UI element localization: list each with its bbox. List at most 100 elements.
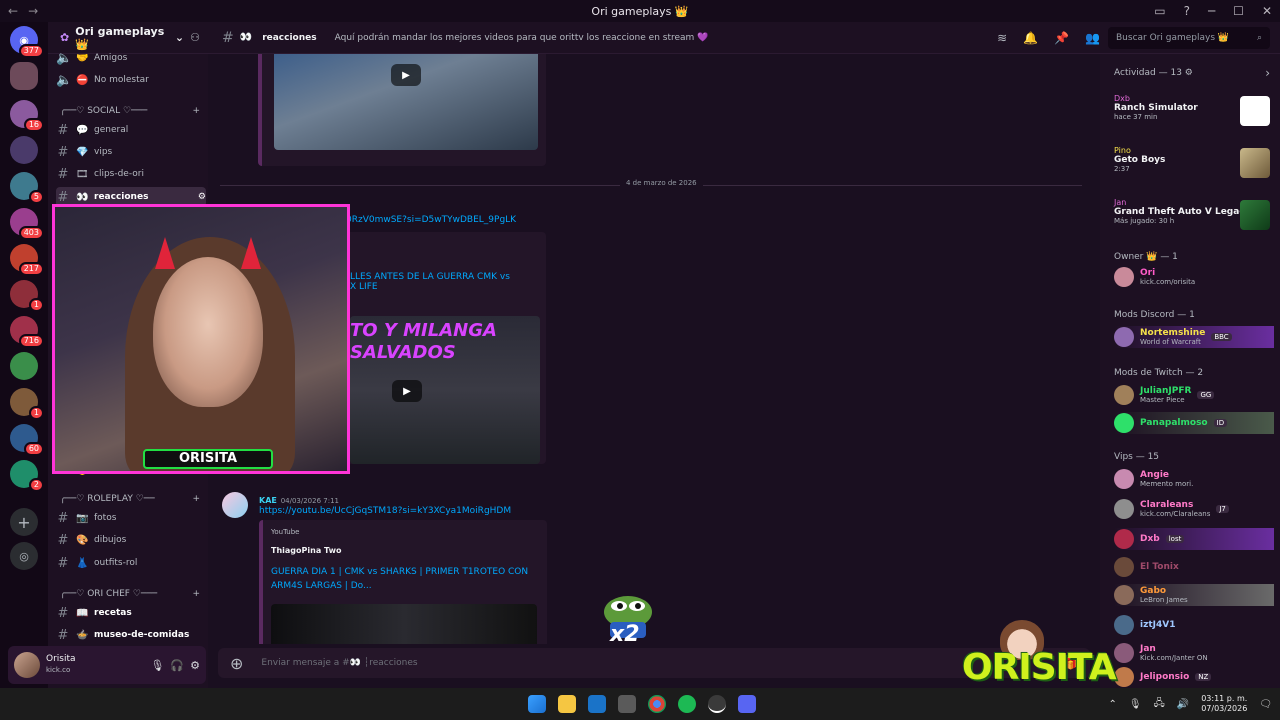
file-explorer-icon[interactable] xyxy=(558,695,576,713)
category-roleplay[interactable]: ╭──♡ ROLEPLAY ♡── + xyxy=(60,494,200,504)
microphone-icon[interactable]: 🎙 xyxy=(150,659,164,672)
video-thumbnail[interactable] xyxy=(271,604,537,644)
minimize-icon[interactable]: ─ xyxy=(1208,4,1215,18)
back-arrow-icon[interactable]: ← xyxy=(8,4,18,18)
obs-icon[interactable] xyxy=(708,695,726,713)
server-icon[interactable] xyxy=(10,352,38,380)
server-icon[interactable] xyxy=(10,136,38,164)
channel-amigos[interactable]: 🔈 🤝 Amigos xyxy=(56,48,206,68)
inbox-icon[interactable]: ▭ xyxy=(1154,4,1165,18)
gear-icon[interactable]: ⚙ xyxy=(190,659,200,672)
maximize-icon[interactable]: ☐ xyxy=(1233,4,1244,18)
gear-icon[interactable]: ⚙ xyxy=(1185,68,1193,78)
channel-general[interactable]: # 💬 general xyxy=(56,120,206,140)
embed-title[interactable]: GUERRA DIA 1 | CMK vs SHARKS | PRIMER T1… xyxy=(271,565,533,593)
member-item[interactable]: Jan Kick.com/Janter ON xyxy=(1114,642,1274,664)
channel-museo[interactable]: # 🍲 museo-de-comidas xyxy=(56,625,206,645)
bell-icon[interactable]: 🔔 xyxy=(1023,31,1038,45)
member-item[interactable]: Angie Memento mori. xyxy=(1114,468,1274,490)
threads-icon[interactable]: ≋ xyxy=(997,31,1007,45)
pin-icon[interactable]: 📌 xyxy=(1054,31,1069,45)
avatar[interactable] xyxy=(14,652,40,678)
microphone-icon[interactable]: 🎙 xyxy=(1129,699,1142,710)
add-channel-icon[interactable]: + xyxy=(192,589,200,599)
discover-icon[interactable]: ◎ xyxy=(10,542,38,570)
video-thumbnail[interactable]: TO Y MILANGA SALVADOS ▶ xyxy=(350,316,540,464)
server-icon[interactable]: 403 xyxy=(10,208,44,240)
server-icon[interactable]: 5 xyxy=(10,172,44,204)
member-item[interactable]: JulianJPFR Master Piece GG xyxy=(1114,384,1274,406)
spotify-icon[interactable] xyxy=(678,695,696,713)
add-attachment-icon[interactable]: ⊕ xyxy=(230,654,243,673)
chrome-icon[interactable] xyxy=(648,695,666,713)
category-social[interactable]: ╭──♡ SOCIAL ♡─── + xyxy=(60,106,200,116)
play-icon[interactable]: ▶ xyxy=(392,380,422,402)
member-item[interactable]: Nortemshine World of Warcraft BBC xyxy=(1114,326,1274,348)
member-item[interactable]: Jeliponsio NZ xyxy=(1114,666,1274,688)
server-icon[interactable] xyxy=(10,62,38,90)
message-input[interactable]: Enviar mensaje a #👀 ┆reacciones xyxy=(261,658,417,668)
channel-no-molestar[interactable]: 🔈 ⛔ No molestar xyxy=(56,70,206,90)
channel-fotos[interactable]: # 📷 fotos xyxy=(56,508,206,528)
server-icon[interactable]: 1 xyxy=(10,388,44,420)
server-icon[interactable]: 2 xyxy=(10,460,44,492)
server-icon[interactable]: 60 xyxy=(10,424,44,456)
logo-text: ORISITA xyxy=(962,647,1117,688)
channel-topic[interactable]: Aquí podrán mandar los mejores videos pa… xyxy=(335,33,709,43)
server-icon[interactable]: 16 xyxy=(10,100,44,132)
embed-title[interactable]: LLES ANTES DE LA GUERRA CMK vs X LIFE xyxy=(350,272,540,292)
activity-card[interactable]: Pino Geto Boys 2:37 xyxy=(1114,146,1274,178)
invite-icon[interactable]: ⚇ xyxy=(190,31,200,44)
chevron-right-icon[interactable]: › xyxy=(1265,66,1270,80)
help-icon[interactable]: ? xyxy=(1184,4,1190,18)
message-link[interactable]: 0RzV0mwSE?si=D5wTYwDBEL_9PgLK xyxy=(346,215,516,225)
video-thumbnail[interactable]: ▶ xyxy=(274,54,538,150)
network-icon[interactable]: 🖧 xyxy=(1154,696,1165,713)
member-item[interactable]: Dxb lost xyxy=(1114,528,1274,550)
hash-icon: # xyxy=(57,627,69,643)
member-name: El Tonix xyxy=(1140,562,1179,572)
channel-outfits[interactable]: # 👗 outfits-rol xyxy=(56,553,206,573)
dm-home-icon[interactable]: ◉ 377 xyxy=(10,26,44,58)
channel-recetas[interactable]: # 📖 recetas xyxy=(56,603,206,623)
search-input[interactable]: Buscar Ori gameplays 👑 ⌕ xyxy=(1108,26,1270,49)
headphones-icon[interactable]: 🎧 xyxy=(170,659,184,672)
gear-icon[interactable]: ⚙ xyxy=(198,192,206,202)
play-icon[interactable]: ▶ xyxy=(391,64,421,86)
member-item[interactable]: Gabo LeBron James xyxy=(1114,584,1274,606)
server-icon[interactable]: 217 xyxy=(10,244,44,276)
add-channel-icon[interactable]: + xyxy=(192,494,200,504)
add-server-icon[interactable]: + xyxy=(10,508,38,536)
message-composer[interactable]: ⊕ Enviar mensaje a #👀 ┆reacciones 🎁 xyxy=(218,648,1090,678)
system-clock[interactable]: 03:11 p. m. 07/03/2026 xyxy=(1201,694,1247,714)
forward-arrow-icon[interactable]: → xyxy=(28,4,38,18)
server-icon[interactable]: 1 xyxy=(10,280,44,312)
activity-card[interactable]: Jan Grand Theft Auto V Legacy Más jugado… xyxy=(1114,198,1274,230)
members-icon[interactable]: 👥 xyxy=(1085,31,1100,45)
add-channel-icon[interactable]: + xyxy=(192,106,200,116)
member-item[interactable]: Claraleans kick.com/Claraleans J7 xyxy=(1114,498,1274,520)
chevron-up-icon[interactable]: ⌃ xyxy=(1108,699,1116,710)
member-item[interactable]: El Tonix xyxy=(1114,556,1274,578)
message-author[interactable]: KAE xyxy=(259,496,277,505)
server-icon[interactable]: 716 xyxy=(10,316,44,348)
discord-icon[interactable] xyxy=(738,695,756,713)
message-link[interactable]: https://youtu.be/UcCjGqSTM18?si=kY3XCya1… xyxy=(259,506,511,516)
channel-clips[interactable]: # 🎞 clips-de-ori xyxy=(56,164,206,184)
avatar[interactable] xyxy=(222,492,248,518)
member-item[interactable]: Panapalmoso ID xyxy=(1114,412,1274,434)
close-icon[interactable]: ✕ xyxy=(1262,4,1272,18)
app-icon[interactable] xyxy=(618,695,636,713)
member-item[interactable]: Ori kick.com/orisita xyxy=(1114,266,1274,288)
embed-author[interactable]: ThiagoPina Two xyxy=(271,546,341,555)
category-orichef[interactable]: ╭──♡ ORI CHEF ♡─── + xyxy=(60,589,200,599)
clock-time: 03:11 p. m. xyxy=(1201,694,1248,703)
outlook-icon[interactable] xyxy=(588,695,606,713)
notification-icon[interactable]: 🗨 xyxy=(1259,699,1272,710)
member-item[interactable]: iztJ4V1 xyxy=(1114,614,1274,636)
volume-icon[interactable]: 🔊 xyxy=(1177,699,1189,710)
channel-dibujos[interactable]: # 🎨 dibujos xyxy=(56,530,206,550)
windows-start-icon[interactable] xyxy=(528,695,546,713)
activity-card[interactable]: Dxb Ranch Simulator hace 37 min xyxy=(1114,94,1274,126)
channel-vips[interactable]: # 💎 vips xyxy=(56,142,206,162)
